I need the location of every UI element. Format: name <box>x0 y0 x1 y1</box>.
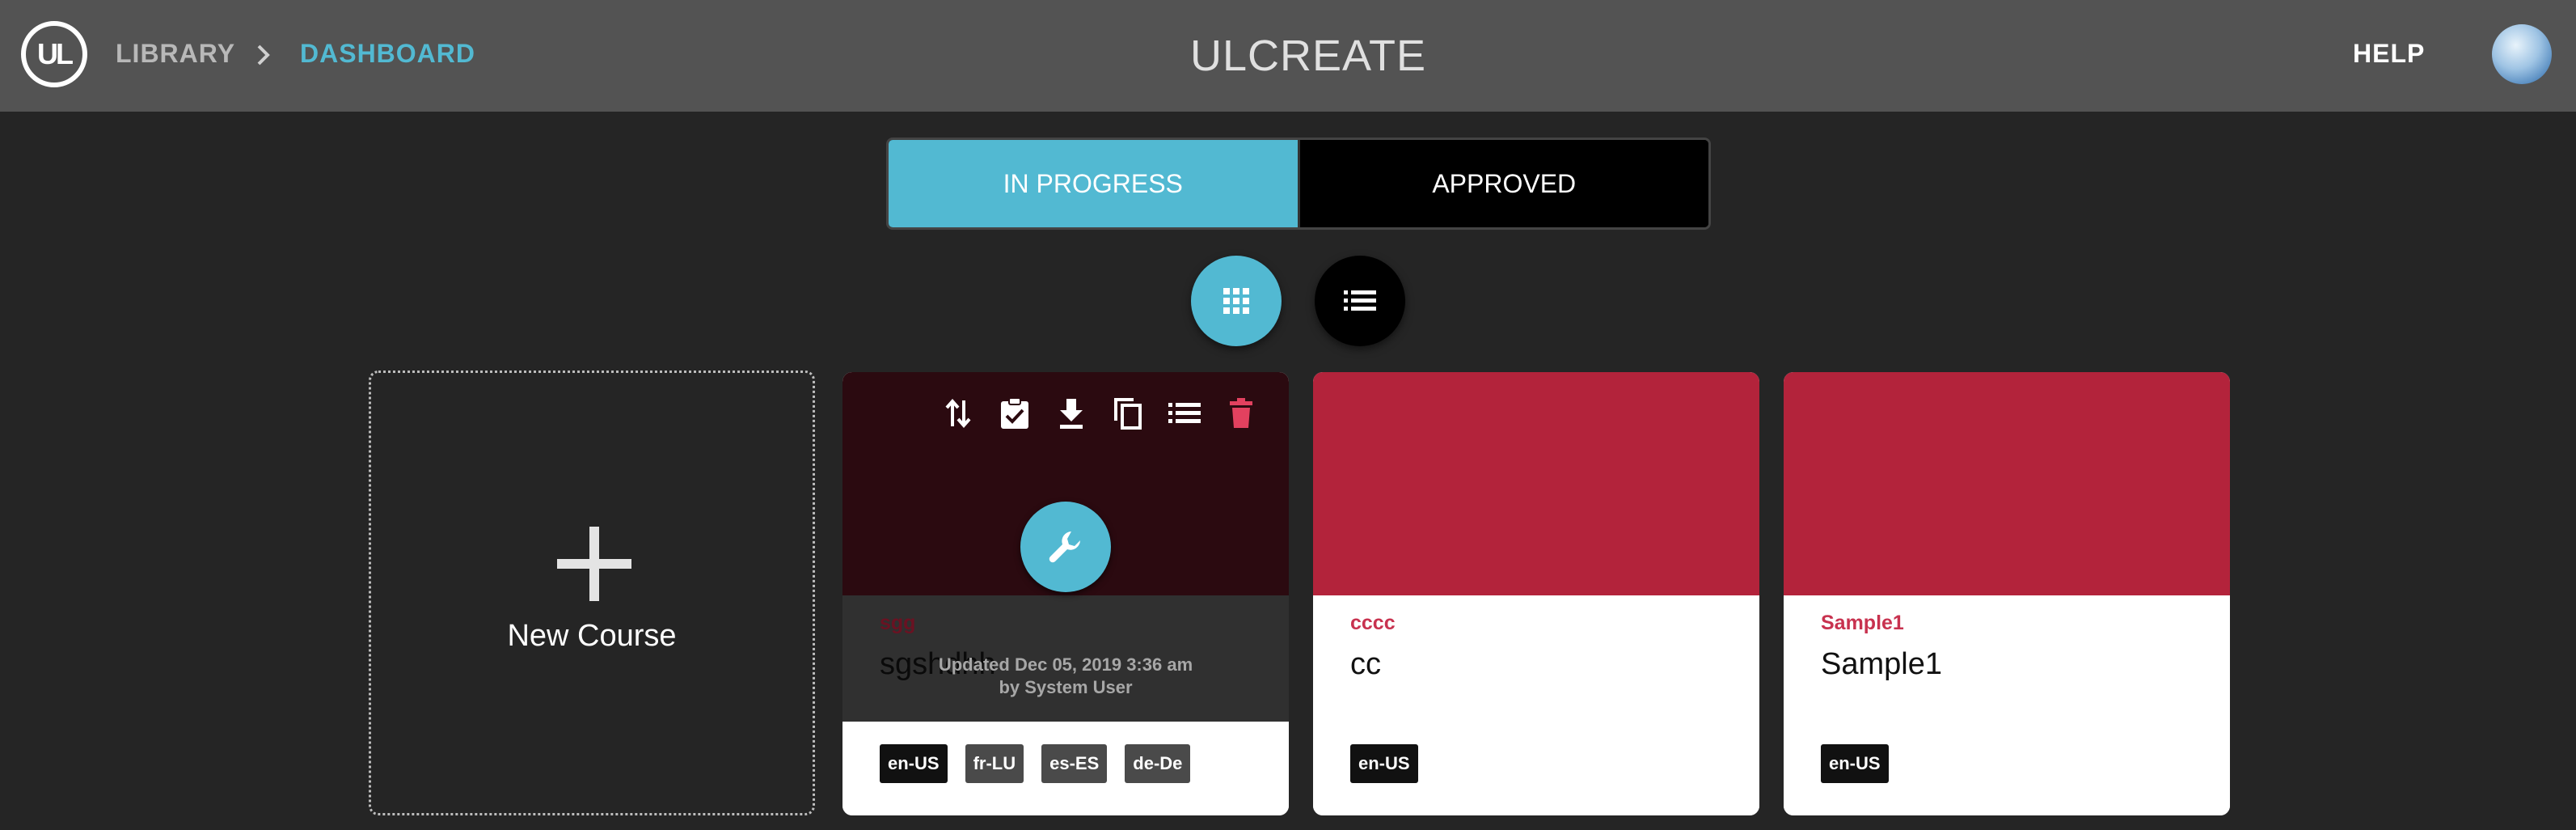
logo-text: UL <box>37 37 74 70</box>
tab-approved[interactable]: APPROVED <box>1297 140 1708 227</box>
sort-icon[interactable] <box>940 395 977 432</box>
ul-logo[interactable]: UL <box>21 21 87 87</box>
updated-date: Updated Dec 05, 2019 3:36 am <box>938 654 1193 675</box>
course-card[interactable]: Sample1 Sample1 en-US <box>1784 372 2230 815</box>
top-bar: UL LIBRARY DASHBOARD ULCREATE HELP <box>0 0 2576 112</box>
new-course-label: New Course <box>507 619 677 653</box>
language-chip[interactable]: en-US <box>1350 744 1418 783</box>
tab-in-progress[interactable]: IN PROGRESS <box>889 140 1298 227</box>
breadcrumb-dashboard[interactable]: DASHBOARD <box>300 39 475 69</box>
status-tabs: IN PROGRESS APPROVED <box>886 138 1711 230</box>
new-course-card[interactable]: New Course <box>369 371 815 815</box>
language-chip[interactable]: es-ES <box>1041 744 1108 783</box>
list-icon[interactable] <box>1166 395 1203 432</box>
edit-course-button[interactable] <box>1020 502 1111 592</box>
breadcrumb-library[interactable]: LIBRARY <box>116 39 235 69</box>
card-thumbnail <box>1313 372 1759 595</box>
app-title: ULCREATE <box>1190 32 1427 80</box>
course-name: cc <box>1350 647 1381 681</box>
updated-info: Updated Dec 05, 2019 3:36 am by System U… <box>842 654 1289 699</box>
course-name: Sample1 <box>1821 647 1942 681</box>
language-chips: en-US fr-LU es-ES de-De <box>880 744 1191 783</box>
list-view-button[interactable] <box>1315 256 1405 346</box>
trash-icon[interactable] <box>1223 395 1260 432</box>
grid-view-button[interactable] <box>1191 256 1282 346</box>
chevron-right-icon <box>255 44 272 70</box>
download-icon[interactable] <box>1053 395 1090 432</box>
language-chip[interactable]: fr-LU <box>965 744 1024 783</box>
card-thumbnail <box>1784 372 2230 595</box>
course-code: Sample1 <box>1821 612 1904 634</box>
language-chip[interactable]: en-US <box>880 744 948 783</box>
course-card[interactable]: sgg sgshdhh Updated Dec 05, 2019 3:36 am… <box>842 372 1289 815</box>
plus-icon <box>557 527 631 601</box>
copy-icon[interactable] <box>1109 395 1147 432</box>
updated-by: by System User <box>999 677 1133 697</box>
language-chips: en-US <box>1821 744 1889 783</box>
card-action-bar <box>940 395 1260 432</box>
language-chip[interactable]: en-US <box>1821 744 1889 783</box>
wrench-icon <box>1049 531 1080 563</box>
help-link[interactable]: HELP <box>2353 39 2425 69</box>
grid-icon <box>1223 288 1249 314</box>
course-card[interactable]: cccc cc en-US <box>1313 372 1759 815</box>
course-code: sgg <box>880 612 916 634</box>
language-chips: en-US <box>1350 744 1418 783</box>
language-chip[interactable]: de-De <box>1125 744 1191 783</box>
clipboard-check-icon[interactable] <box>996 395 1033 432</box>
course-code: cccc <box>1350 612 1396 634</box>
list-icon <box>1344 290 1376 311</box>
user-avatar[interactable] <box>2492 24 2552 84</box>
